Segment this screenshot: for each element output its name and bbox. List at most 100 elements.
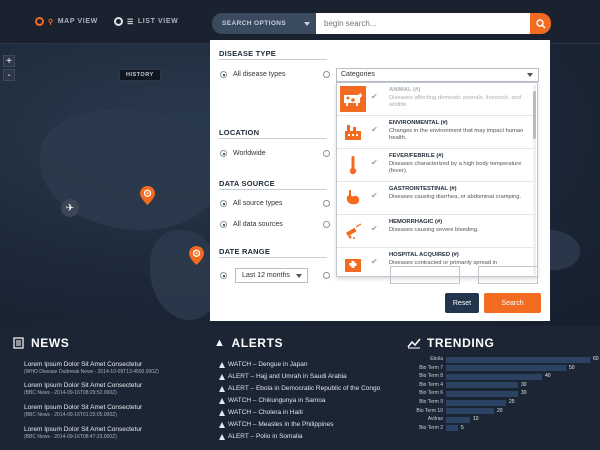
categories-radio[interactable] (323, 71, 330, 78)
trending-label: Bio Term 4 (419, 381, 443, 388)
syringe-icon (340, 218, 366, 244)
categories-select-label: Categories (341, 71, 375, 78)
warning-icon (219, 409, 225, 416)
trending-bar[interactable] (446, 425, 458, 432)
worldwide-option[interactable]: Worldwide (220, 150, 266, 157)
alert-text: ALERT – Hajj and Umrah in Saudi Arabia (228, 373, 347, 380)
newspaper-icon (13, 337, 24, 349)
all-disease-types-label: All disease types (233, 71, 286, 78)
news-item-meta: (WHO Disease Outbreak News - 2014-10-09T… (24, 369, 159, 375)
alert-item[interactable]: ALERT – Hajj and Umrah in Saudi Arabia (219, 373, 347, 380)
checkmark-icon: ✔ (371, 191, 378, 200)
stomach-icon (340, 185, 366, 211)
section-divider (219, 189, 327, 190)
alert-item[interactable]: ALERT – Ebola in Democratic Republic of … (219, 385, 380, 392)
trending-bar[interactable] (446, 408, 494, 415)
date-range-select[interactable]: Last 12 months (235, 268, 308, 283)
alert-text: WATCH – Cholera in Haiti (228, 409, 303, 416)
category-item-gastrointestinal[interactable]: ✔ GASTROINTESTINAL (#) Diseases causing … (337, 182, 533, 215)
alert-item[interactable]: WATCH – Measles in the Philippines (219, 421, 334, 428)
category-item-environmental[interactable]: ✔ ENVIRONMENTAL (#) Changes in the envir… (337, 116, 533, 149)
news-item[interactable]: Lorem Ipsum Dolor Sit Amet Consectetur (… (24, 404, 142, 418)
trending-label: Bio Term 7 (419, 364, 443, 371)
alert-item[interactable]: WATCH – Chikungunya in Samoa (219, 397, 326, 404)
trending-label: Avitrax (427, 416, 443, 423)
category-item-fever[interactable]: ✔ FEVER/FEBRILE (#) Diseases characteriz… (337, 149, 533, 182)
checkmark-icon: ✔ (371, 125, 378, 134)
category-item-hemorrhagic[interactable]: ✔ HEMORRHAGIC (#) Diseases causing sever… (337, 215, 533, 248)
alert-text: ALERT – Ebola in Democratic Republic of … (228, 385, 381, 392)
all-source-types-option[interactable]: All source types (220, 200, 282, 207)
search-options-dropdown[interactable]: SEARCH OPTIONS (212, 13, 316, 34)
search-submit-button[interactable] (530, 13, 551, 34)
news-item-meta: (BBC News - 2014-09-16T08:47:23.000Z) (24, 434, 117, 440)
trending-label: Bio Term 2 (419, 424, 443, 431)
custom-date-to-field[interactable] (478, 266, 538, 284)
alert-item[interactable]: WATCH – Cholera in Haiti (219, 409, 303, 416)
news-item[interactable]: Lorem Ipsum Dolor Sit Amet Consectetur (… (24, 361, 159, 375)
all-data-sources-option[interactable]: All data sources (220, 221, 283, 228)
dropdown-scrollbar[interactable] (533, 85, 536, 275)
alert-text: WATCH – Measles in the Philippines (228, 421, 334, 428)
news-item-meta: (BBC News - 2014-09-16T08:29:52.000Z) (24, 390, 117, 396)
map-view-tab[interactable]: ⚲ MAP VIEW (35, 17, 98, 26)
category-name: GASTROINTESTINAL (#) (389, 186, 457, 192)
alert-text: WATCH – Dengue in Japan (228, 361, 308, 368)
list-view-radio-icon (114, 17, 123, 26)
alert-text: WATCH – Chikungunya in Samoa (228, 397, 326, 404)
warning-icon (219, 421, 225, 428)
trending-heading: TRENDING (407, 336, 494, 350)
location-marker[interactable] (140, 186, 155, 205)
data-source-custom-radio[interactable] (323, 221, 330, 228)
history-button[interactable]: HISTORY (119, 69, 161, 81)
location-marker[interactable] (189, 246, 204, 265)
list-view-tab[interactable]: ☰ LIST VIEW (114, 17, 178, 26)
airport-marker[interactable]: ✈ (61, 199, 79, 217)
trending-bar[interactable] (446, 356, 590, 363)
news-item[interactable]: Lorem Ipsum Dolor Sit Amet Consectetur (… (24, 426, 142, 440)
all-source-types-label: All source types (233, 200, 283, 207)
warning-icon (219, 433, 225, 440)
date-range-custom-radio[interactable] (323, 272, 330, 279)
category-description: Diseases characterized by a high body te… (389, 161, 522, 174)
radio-selected-icon (220, 150, 227, 157)
trending-value: 5 (461, 424, 464, 431)
location-custom-radio[interactable] (323, 150, 330, 157)
all-disease-types-option[interactable]: All disease types (220, 71, 286, 78)
location-heading: LOCATION (219, 128, 260, 137)
date-range-preset-radio[interactable] (220, 272, 227, 279)
chevron-down-icon (527, 73, 533, 77)
category-description: Diseases causing severe bleeding. (389, 227, 479, 233)
alerts-title: ALERTS (231, 336, 284, 350)
section-divider (219, 59, 327, 60)
section-divider (219, 138, 327, 139)
trending-bar[interactable] (446, 390, 518, 397)
trending-bar[interactable] (446, 416, 470, 423)
news-item-title: Lorem Ipsum Dolor Sit Amet Consectetur (24, 361, 143, 368)
news-item-title: Lorem Ipsum Dolor Sit Amet Consectetur (24, 404, 143, 411)
search-button[interactable]: Search (484, 293, 541, 313)
alert-item[interactable]: ALERT – Polio in Somalia (219, 433, 303, 440)
news-item[interactable]: Lorem Ipsum Dolor Sit Amet Consectetur (… (24, 382, 142, 396)
zoom-out-button[interactable]: - (3, 69, 15, 81)
warning-icon (219, 385, 225, 392)
reset-button[interactable]: Reset (445, 293, 479, 313)
trending-bar[interactable] (446, 399, 506, 406)
categories-select[interactable]: Categories (336, 68, 539, 82)
custom-date-from-field[interactable] (390, 266, 460, 284)
checkmark-icon: ✔ (371, 92, 378, 101)
search-input[interactable] (316, 13, 530, 34)
source-type-custom-radio[interactable] (323, 200, 330, 207)
scrollbar-thumb[interactable] (533, 91, 536, 139)
hospital-icon (340, 251, 366, 276)
trending-value: 60 (593, 356, 599, 362)
trending-bar[interactable] (446, 365, 566, 372)
search-options-label: SEARCH OPTIONS (222, 20, 287, 27)
trending-bar[interactable] (446, 382, 518, 389)
alert-item[interactable]: WATCH – Dengue in Japan (219, 361, 307, 368)
radio-selected-icon (220, 71, 227, 78)
category-item-animal[interactable]: ✔ ANIMAL (#) Diseases affecting domestic… (337, 83, 533, 116)
trending-bar[interactable] (446, 373, 542, 380)
disease-type-heading: DISEASE TYPE (219, 49, 276, 58)
zoom-in-button[interactable]: + (3, 55, 15, 67)
